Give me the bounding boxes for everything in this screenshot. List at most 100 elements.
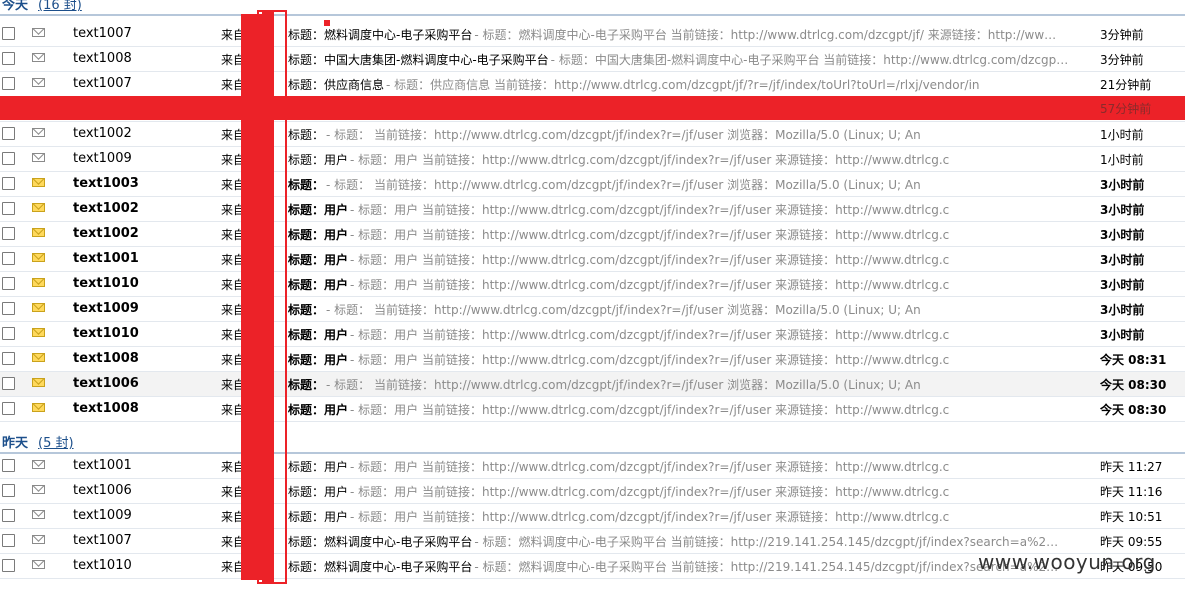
mail-content[interactable]: 标题：用户 - 标题：用户 当前链接：http://www.dtrlcg.com/… [288,483,1086,500]
row-checkbox[interactable] [2,534,15,547]
row-checkbox[interactable] [2,377,15,390]
envelope-open-icon [32,128,45,137]
mail-preview: - 标题：燃料调度中心-电子采购平台 当前链接：http://219.141.2… [474,535,1059,549]
sender-name: text1007 [73,26,132,41]
mail-content[interactable]: 标题：供应商信息 - 标题：供应商信息 当前链接：http://www.dtrlc… [288,76,1086,93]
mail-time: 今天 08:31 [1100,353,1167,367]
mail-time: 昨天 09:55 [1100,535,1163,549]
mail-subject: 标题：用户 [288,253,349,267]
mail-row[interactable]: text1009 来自 标题：用户 - 标题：用户 当前链接：http://www.d… [0,504,1185,529]
redaction-bar: 57分钟前 [0,96,1185,120]
row-checkbox[interactable] [2,559,15,572]
mail-preview: - 标题：用户 当前链接：http://www.dtrlcg.com/dzcgp… [350,203,950,217]
row-checkbox[interactable] [2,52,15,65]
row-checkbox[interactable] [2,252,15,265]
mail-time: 今天 08:30 [1100,378,1167,392]
mail-subject: 标题：用户 [288,485,349,499]
envelope-open-icon [32,28,45,37]
mail-subject: 标题： [288,378,325,392]
row-checkbox[interactable] [2,152,15,165]
mail-row[interactable]: text1007 来自 标题：燃料调度中心-电子采购平台 - 标题：燃料调度中心-电子… [0,22,1185,47]
group-count-yesterday-link[interactable]: (5 封) [38,436,74,451]
group-title-today: 今天 [2,0,29,13]
mail-content[interactable]: 标题：燃料调度中心-电子采购平台 - 标题：燃料调度中心-电子采购平台 当前链接：… [288,533,1086,550]
mail-content[interactable]: 标题：用户 - 标题：用户 当前链接：http://www.dtrlcg.com/… [288,251,1086,268]
mail-content[interactable]: 标题：用户 - 标题：用户 当前链接：http://www.dtrlcg.com/… [288,458,1086,475]
mail-content[interactable]: 标题：燃料调度中心-电子采购平台 - 标题：燃料调度中心-电子采购平台 当前链接：… [288,558,1086,575]
envelope-unread-icon [32,228,45,237]
group-count-today-link[interactable]: (16 封) [38,0,82,13]
mail-subject: 标题： [288,128,325,142]
envelope-unread-icon [32,253,45,262]
mail-content[interactable]: 标题： - 标题： 当前链接：http://www.dtrlcg.com/dzcg… [288,301,1086,318]
row-checkbox[interactable] [2,177,15,190]
row-checkbox[interactable] [2,277,15,290]
mail-content[interactable]: 标题：用户 - 标题：用户 当前链接：http://www.dtrlcg.com/… [288,326,1086,343]
mail-content[interactable]: 标题：用户 - 标题：用户 当前链接：http://www.dtrlcg.com/… [288,276,1086,293]
envelope-unread-icon [32,403,45,412]
mail-subject: 标题：用户 [288,328,349,342]
mail-row[interactable]: text1006 来自 标题： - 标题： 当前链接：http://www.dtrlc… [0,372,1185,397]
mail-preview: - 标题： 当前链接：http://www.dtrlcg.com/dzcgpt/… [326,178,921,192]
mail-preview: - 标题：用户 当前链接：http://www.dtrlcg.com/dzcgp… [350,228,950,242]
mail-row[interactable]: text1002 来自 标题： - 标题： 当前链接：http://www.dtrlc… [0,122,1185,147]
mail-time: 今天 08:30 [1100,403,1167,417]
row-checkbox[interactable] [2,77,15,90]
mail-row[interactable]: text1009 来自 标题：用户 - 标题：用户 当前链接：http://www.d… [0,147,1185,172]
mail-row[interactable]: text1003 来自 标题： - 标题： 当前链接：http://www.dtrlc… [0,172,1185,197]
row-checkbox[interactable] [2,202,15,215]
envelope-unread-icon [32,328,45,337]
sender-name: text1007 [73,76,132,91]
mail-row[interactable]: text1009 来自 标题： - 标题： 当前链接：http://www.dtrlc… [0,297,1185,322]
mail-time: 3小时前 [1100,328,1145,342]
mail-row[interactable]: text1002 来自 标题：用户 - 标题：用户 当前链接：http://www.d… [0,222,1185,247]
mail-content[interactable]: 标题： - 标题： 当前链接：http://www.dtrlcg.com/dzcg… [288,176,1086,193]
mail-row[interactable]: text1002 来自 标题：用户 - 标题：用户 当前链接：http://www.d… [0,197,1185,222]
row-checkbox[interactable] [2,459,15,472]
mail-content[interactable]: 标题：用户 - 标题：用户 当前链接：http://www.dtrlcg.com/… [288,351,1086,368]
row-checkbox[interactable] [2,402,15,415]
mail-row[interactable]: text1008 来自 标题：用户 - 标题：用户 当前链接：http://www.d… [0,397,1185,422]
row-checkbox[interactable] [2,484,15,497]
mail-content[interactable]: 标题：用户 - 标题：用户 当前链接：http://www.dtrlcg.com/… [288,226,1086,243]
mail-subject: 标题：燃料调度中心-电子采购平台 [288,560,473,574]
mail-row[interactable]: text1001 来自 标题：用户 - 标题：用户 当前链接：http://www.d… [0,454,1185,479]
mail-row[interactable]: text1010 来自 标题：用户 - 标题：用户 当前链接：http://www.d… [0,322,1185,347]
mail-time: 1小时前 [1100,128,1144,142]
row-checkbox[interactable] [2,227,15,240]
mail-subject: 标题：用户 [288,228,349,242]
mail-subject: 标题：用户 [288,278,349,292]
sender-name: text1007 [73,533,132,548]
sender-name: text1006 [73,483,132,498]
mail-time: 3分钟前 [1100,28,1144,42]
row-checkbox[interactable] [2,27,15,40]
mail-content[interactable]: 标题：用户 - 标题：用户 当前链接：http://www.dtrlcg.com/… [288,151,1086,168]
mail-row[interactable]: text1008 来自 标题：中国大唐集团-燃料调度中心-电子采购平台 - 标题：中国… [0,47,1185,72]
row-checkbox[interactable] [2,327,15,340]
mail-content[interactable]: 标题： - 标题： 当前链接：http://www.dtrlcg.com/dzcg… [288,376,1086,393]
mail-subject: 标题： [288,303,325,317]
mail-row[interactable]: text1010 来自 标题：用户 - 标题：用户 当前链接：http://www.d… [0,272,1185,297]
mail-row[interactable]: text1007 来自 标题：供应商信息 - 标题：供应商信息 当前链接：http:/… [0,72,1185,97]
sender-name: text1010 [73,326,139,341]
mail-row[interactable]: text1008 来自 标题：用户 - 标题：用户 当前链接：http://www.d… [0,347,1185,372]
mail-time: 57分钟前 [1100,102,1152,116]
mail-content[interactable]: 标题：用户 - 标题：用户 当前链接：http://www.dtrlcg.com/… [288,201,1086,218]
mail-content[interactable]: 标题：燃料调度中心-电子采购平台 - 标题：燃料调度中心-电子采购平台 当前链接：… [288,26,1086,43]
mail-content[interactable]: 标题：用户 - 标题：用户 当前链接：http://www.dtrlcg.com/… [288,401,1086,418]
mail-time: 3小时前 [1100,253,1145,267]
row-checkbox[interactable] [2,127,15,140]
mail-time: 昨天 10:51 [1100,510,1163,524]
redaction-mark [262,12,274,582]
row-checkbox[interactable] [2,352,15,365]
mail-content[interactable]: 标题：中国大唐集团-燃料调度中心-电子采购平台 - 标题：中国大唐集团-燃料调度中… [288,51,1086,68]
mail-content[interactable]: 标题： - 标题： 当前链接：http://www.dtrlcg.com/dzcg… [288,126,1086,143]
sender-name: text1002 [73,226,139,241]
mail-row[interactable]: text1006 来自 标题：用户 - 标题：用户 当前链接：http://www.d… [0,479,1185,504]
watermark: www.wooyun.org [978,550,1156,574]
mail-time: 3小时前 [1100,203,1145,217]
mail-content[interactable]: 标题：用户 - 标题：用户 当前链接：http://www.dtrlcg.com/… [288,508,1086,525]
mail-row[interactable]: text1001 来自 标题：用户 - 标题：用户 当前链接：http://www.d… [0,247,1185,272]
row-checkbox[interactable] [2,302,15,315]
row-checkbox[interactable] [2,509,15,522]
